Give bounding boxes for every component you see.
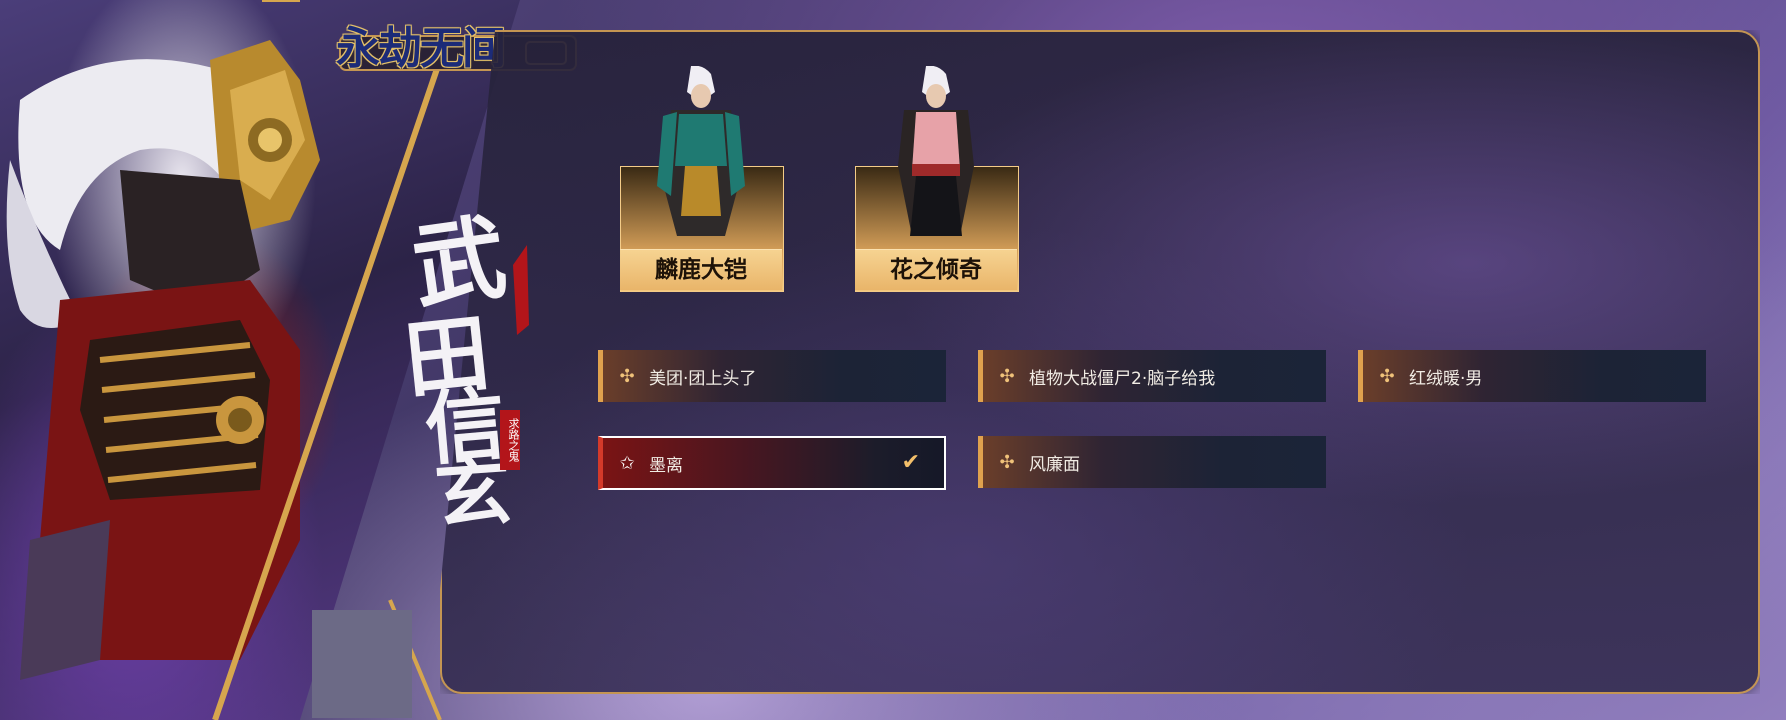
option-pvz[interactable]: ✣ 植物大战僵尸2·脑子给我 bbox=[978, 350, 1326, 402]
sparkle-icon: ✣ bbox=[1379, 365, 1395, 387]
seal-stamp: 求路之鬼 bbox=[500, 410, 520, 470]
armored-figure-icon bbox=[657, 66, 745, 236]
samurai-illustration bbox=[6, 40, 320, 680]
calligraphy-title: 武 田 信 玄 bbox=[400, 202, 529, 525]
kimono-figure-icon bbox=[898, 66, 974, 236]
option-meituan[interactable]: ✣ 美团·团上头了 bbox=[598, 350, 946, 402]
option-moli[interactable]: ✩ 墨离 ✔ bbox=[598, 436, 946, 490]
logo-text: 永劫无间 bbox=[336, 23, 506, 74]
sparkle-icon: ✣ bbox=[619, 365, 635, 387]
option-label: 红绒暖·男 bbox=[1409, 368, 1483, 389]
outfit-card-2[interactable]: 花之倾奇 bbox=[855, 66, 1019, 292]
sparkle-icon: ✣ bbox=[999, 451, 1015, 473]
checkmark-icon: ✔ bbox=[901, 450, 920, 475]
option-label: 风廉面 bbox=[1029, 454, 1080, 475]
sparkle-icon: ✩ bbox=[619, 452, 635, 474]
outfit-label: 麟鹿大铠 bbox=[620, 249, 782, 290]
option-fenglian[interactable]: ✣ 风廉面 bbox=[978, 436, 1326, 488]
calligraphy-char-1: 武 bbox=[406, 202, 512, 322]
option-label: 美团·团上头了 bbox=[649, 368, 757, 389]
outfit-card-1[interactable]: 麟鹿大铠 bbox=[620, 66, 784, 292]
outfit-label: 花之倾奇 bbox=[855, 249, 1017, 290]
option-label: 植物大战僵尸2·脑子给我 bbox=[1029, 368, 1216, 389]
placeholder-block bbox=[312, 610, 412, 718]
option-label: 墨离 bbox=[649, 455, 683, 476]
sparkle-icon: ✣ bbox=[999, 365, 1015, 387]
option-hongrong[interactable]: ✣ 红绒暖·男 bbox=[1358, 350, 1706, 402]
